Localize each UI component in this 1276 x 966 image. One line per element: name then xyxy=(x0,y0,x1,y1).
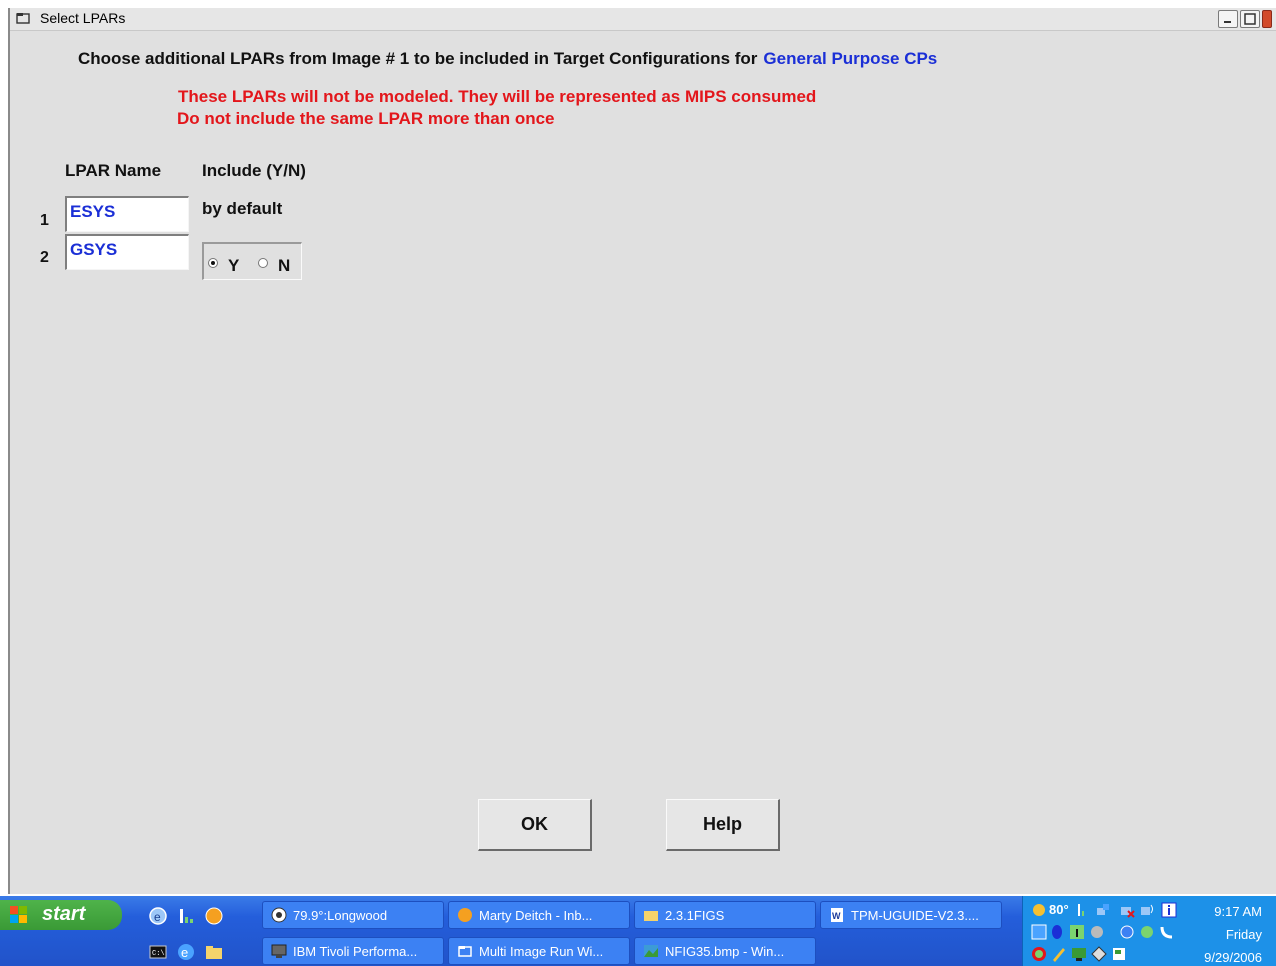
quick-launch-lotus-icon[interactable] xyxy=(204,906,224,926)
by-default-label: by default xyxy=(202,199,283,218)
select-lpars-window: Select LPARs Choose additional LPARs fro… xyxy=(8,8,1276,894)
include-yes-label: Y xyxy=(228,256,240,275)
diamond-tray-icon[interactable] xyxy=(1091,946,1107,962)
lpar-name-field-1[interactable]: ESYS xyxy=(65,196,189,232)
clock-date: 9/29/2006 xyxy=(1204,950,1262,965)
system-tray: 80° 9:17 AM Friday 9/29/2006 xyxy=(1022,896,1276,966)
include-radio-group: Y N xyxy=(202,242,302,280)
minimize-icon xyxy=(1224,21,1231,23)
warning-not-modeled: These LPARs will not be modeled. They wi… xyxy=(178,87,817,106)
include-no-label: N xyxy=(278,256,291,275)
flag-tray-icon[interactable] xyxy=(1111,946,1127,962)
row-number-1: 1 xyxy=(40,212,49,229)
wireless-tray-icon[interactable] xyxy=(1139,902,1155,918)
instruction-text: Choose additional LPARs from Image # 1 t… xyxy=(78,49,758,68)
info-green-tray-icon[interactable] xyxy=(1069,924,1085,940)
task-label: IBM Tivoli Performa... xyxy=(293,944,418,959)
svg-text:e: e xyxy=(181,945,188,960)
task-label: 2.3.1FIGS xyxy=(665,908,725,923)
clock-time[interactable]: 9:17 AM xyxy=(1214,904,1262,919)
task-label: NFIG35.bmp - Win... xyxy=(665,944,785,959)
folder-icon xyxy=(644,911,658,921)
ok-button[interactable]: OK xyxy=(478,799,592,851)
calc-tray-icon[interactable] xyxy=(1031,924,1047,940)
include-yes-radio[interactable] xyxy=(208,258,218,268)
task-label: Multi Image Run Wi... xyxy=(479,944,604,959)
color-tray-icon[interactable] xyxy=(1031,946,1047,962)
sync-tray-icon[interactable] xyxy=(1139,924,1155,940)
task-label: Marty Deitch - Inb... xyxy=(479,908,593,923)
image-icon xyxy=(644,945,658,957)
quick-launch-browser-icon[interactable]: e xyxy=(176,942,196,962)
maximize-icon xyxy=(1244,13,1256,25)
phone-tray-icon[interactable] xyxy=(1159,924,1175,940)
chart-tray-icon[interactable] xyxy=(1075,902,1091,918)
task-button-word[interactable]: W TPM-UGUIDE-V2.3.... xyxy=(820,901,1002,929)
task-button-multi-image[interactable]: Multi Image Run Wi... xyxy=(448,937,630,965)
svg-text:C:\: C:\ xyxy=(152,950,165,958)
quick-launch-folder-icon[interactable] xyxy=(204,942,224,962)
clock-day: Friday xyxy=(1225,927,1262,942)
task-button-tivoli[interactable]: IBM Tivoli Performa... xyxy=(262,937,444,965)
temperature-readout: 80° xyxy=(1049,902,1069,917)
window-title: Select LPARs xyxy=(40,10,126,26)
help-button[interactable]: Help xyxy=(666,799,780,851)
weather-tray-icon[interactable] xyxy=(1031,902,1047,918)
monitor-tray-icon[interactable] xyxy=(1071,946,1087,962)
bluetooth-tray-icon[interactable] xyxy=(1049,924,1065,940)
title-bar[interactable]: Select LPARs xyxy=(10,8,1276,31)
task-button-mail[interactable]: Marty Deitch - Inb... xyxy=(448,901,630,929)
window-icon xyxy=(458,946,472,957)
include-header: Include (Y/N) xyxy=(202,161,306,180)
row-number-2: 2 xyxy=(40,249,49,266)
windows-logo-icon xyxy=(10,906,27,923)
processor-type-label: General Purpose CPs xyxy=(763,49,938,68)
instruction-line: Choose additional LPARs from Image # 1 t… xyxy=(78,49,937,69)
window-icon xyxy=(16,13,30,24)
pencil-tray-icon[interactable] xyxy=(1051,946,1067,962)
close-button[interactable] xyxy=(1262,10,1272,28)
task-button-paint[interactable]: NFIG35.bmp - Win... xyxy=(634,937,816,965)
network-tray-icon[interactable] xyxy=(1095,902,1111,918)
word-icon: W xyxy=(831,908,843,922)
svg-text:W: W xyxy=(832,911,841,921)
lpar-name-field-2[interactable]: GSYS xyxy=(65,234,189,270)
quick-launch-chart-icon[interactable] xyxy=(176,906,196,926)
warning-no-duplicates: Do not include the same LPAR more than o… xyxy=(177,109,555,128)
start-button[interactable]: start xyxy=(0,900,122,930)
minimize-button[interactable] xyxy=(1218,10,1238,28)
quick-launch-ie-icon[interactable]: e xyxy=(148,906,168,926)
mail-icon xyxy=(458,908,472,922)
info-tray-icon[interactable] xyxy=(1161,902,1177,918)
task-button-weather[interactable]: 79.9°:Longwood xyxy=(262,901,444,929)
svg-text:e: e xyxy=(154,910,161,924)
task-label: TPM-UGUIDE-V2.3.... xyxy=(851,908,979,923)
taskbar: start e C:\ e 79.9°:Longwood Marty Deitc… xyxy=(0,896,1276,966)
quick-launch-cmd-icon[interactable]: C:\ xyxy=(148,942,168,962)
start-label: start xyxy=(42,903,86,925)
monitor-icon xyxy=(271,944,287,958)
include-no-radio[interactable] xyxy=(258,258,268,268)
security-tray-icon[interactable] xyxy=(1119,924,1135,940)
disk-tray-icon[interactable] xyxy=(1089,924,1105,940)
maximize-button[interactable] xyxy=(1240,10,1260,28)
task-label: 79.9°:Longwood xyxy=(293,908,388,923)
weather-icon xyxy=(271,907,287,923)
task-button-folder[interactable]: 2.3.1FIGS xyxy=(634,901,816,929)
lpar-name-header: LPAR Name xyxy=(65,161,162,180)
network-disconnected-icon[interactable] xyxy=(1119,902,1135,918)
